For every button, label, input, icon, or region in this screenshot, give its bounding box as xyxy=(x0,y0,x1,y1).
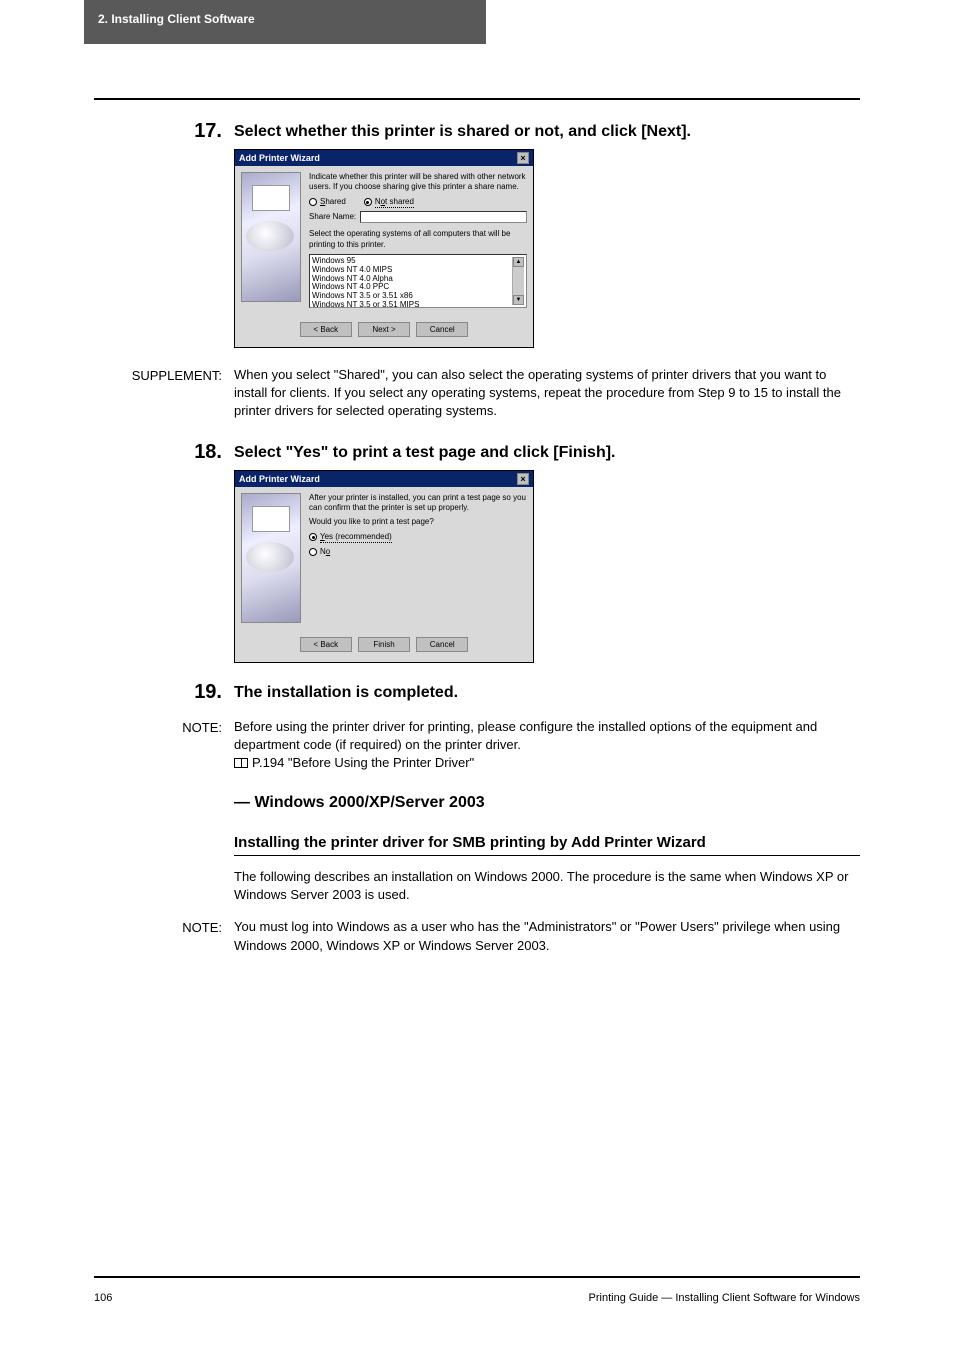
back-button[interactable]: < Back xyxy=(300,322,352,337)
cancel-button[interactable]: Cancel xyxy=(416,322,468,337)
note-label: NOTE: xyxy=(94,718,234,773)
os-listbox[interactable]: Windows 95 Windows NT 4.0 MIPS Windows N… xyxy=(309,254,527,308)
note-text: Before using the printer driver for prin… xyxy=(234,718,860,773)
step-number: 18. xyxy=(94,441,234,464)
dialog-intro: Indicate whether this printer will be sh… xyxy=(309,172,527,193)
yes-label: Yes (recommended) xyxy=(320,532,392,543)
share-name-label: Share Name: xyxy=(309,212,356,222)
dialog-intro: After your printer is installed, you can… xyxy=(309,493,527,514)
page-number: 106 xyxy=(94,1292,112,1304)
footer-rule xyxy=(94,1276,860,1278)
dialog-title-text: Add Printer Wizard xyxy=(239,474,320,484)
step-number: 17. xyxy=(94,120,234,143)
scrollbar[interactable]: ▲ ▼ xyxy=(512,257,524,305)
os-list-items: Windows 95 Windows NT 4.0 MIPS Windows N… xyxy=(312,257,512,305)
supplement-row: SUPPLEMENT: When you select "Shared", yo… xyxy=(94,366,860,421)
radio-icon xyxy=(309,198,317,206)
not-shared-radio[interactable]: Not shared xyxy=(364,197,414,208)
radio-icon xyxy=(309,548,317,556)
book-icon xyxy=(234,758,248,768)
wizard-image xyxy=(241,493,301,623)
dialog-question: Would you like to print a test page? xyxy=(309,517,527,527)
dialog-title-text: Add Printer Wizard xyxy=(239,153,320,163)
step-number: 19. xyxy=(94,681,234,704)
supplement-label: SUPPLEMENT: xyxy=(94,366,234,421)
step-instruction: Select whether this printer is shared or… xyxy=(234,120,860,143)
dialog-body: After your printer is installed, you can… xyxy=(235,487,533,629)
shared-radio[interactable]: Shared xyxy=(309,197,346,208)
back-button[interactable]: < Back xyxy=(300,637,352,652)
dialog-content: After your printer is installed, you can… xyxy=(309,493,527,623)
share-name-input[interactable] xyxy=(360,211,527,223)
add-printer-wizard-share-dialog: Add Printer Wizard × Indicate whether th… xyxy=(234,149,534,348)
page-footer: 106 Printing Guide — Installing Client S… xyxy=(94,1292,860,1304)
not-shared-label: Not shared xyxy=(375,197,414,208)
scroll-down-icon[interactable]: ▼ xyxy=(513,295,524,305)
note2-row: NOTE: You must log into Windows as a use… xyxy=(94,918,860,954)
list-item[interactable]: Windows NT 3.5 or 3.51 MIPS xyxy=(312,301,512,310)
note1-ref: P.194 "Before Using the Printer Driver" xyxy=(252,755,474,770)
step-18: 18. Select "Yes" to print a test page an… xyxy=(94,441,860,464)
cancel-button[interactable]: Cancel xyxy=(416,637,468,652)
heading-smb-install: Installing the printer driver for SMB pr… xyxy=(234,834,860,856)
next-button[interactable]: Next > xyxy=(358,322,410,337)
page-content: 17. Select whether this printer is share… xyxy=(94,120,860,975)
share-radio-group: Shared Not shared xyxy=(309,197,527,208)
no-radio[interactable]: No xyxy=(309,547,527,557)
note1-row: NOTE: Before using the printer driver fo… xyxy=(94,718,860,773)
finish-button[interactable]: Finish xyxy=(358,637,410,652)
supplement-text: When you select "Shared", you can also s… xyxy=(234,366,860,421)
radio-icon xyxy=(309,533,317,541)
shared-label: Shared xyxy=(320,197,346,207)
note2-text: You must log into Windows as a user who … xyxy=(234,918,860,954)
section-title: 2. Installing Client Software xyxy=(98,12,255,26)
radio-icon xyxy=(364,198,372,206)
dialog-content: Indicate whether this printer will be sh… xyxy=(309,172,527,308)
footer-text: Printing Guide — Installing Client Softw… xyxy=(589,1292,860,1304)
no-label: No xyxy=(320,547,330,557)
top-rule xyxy=(94,98,860,100)
note-label: NOTE: xyxy=(94,918,234,954)
close-icon[interactable]: × xyxy=(517,473,529,485)
note1-line1: Before using the printer driver for prin… xyxy=(234,719,817,752)
step-17: 17. Select whether this printer is share… xyxy=(94,120,860,143)
yes-radio[interactable]: Yes (recommended) xyxy=(309,532,527,543)
dialog-18-wrap: Add Printer Wizard × After your printer … xyxy=(234,470,860,663)
dialog-button-row: < Back Next > Cancel xyxy=(235,314,533,347)
share-name-row: Share Name: xyxy=(309,211,527,223)
add-printer-wizard-testpage-dialog: Add Printer Wizard × After your printer … xyxy=(234,470,534,663)
dialog-button-row: < Back Finish Cancel xyxy=(235,629,533,662)
dialog-titlebar: Add Printer Wizard × xyxy=(235,471,533,487)
step-instruction: Select "Yes" to print a test page and cl… xyxy=(234,441,860,464)
dialog-body: Indicate whether this printer will be sh… xyxy=(235,166,533,314)
wizard-image xyxy=(241,172,301,302)
dialog-titlebar: Add Printer Wizard × xyxy=(235,150,533,166)
step-19: 19. The installation is completed. xyxy=(94,681,860,704)
os-instruction: Select the operating systems of all comp… xyxy=(309,229,527,250)
body-smb-text: The following describes an installation … xyxy=(234,868,860,904)
dialog-17-wrap: Add Printer Wizard × Indicate whether th… xyxy=(234,149,860,348)
section-header: 2. Installing Client Software xyxy=(84,0,486,44)
close-icon[interactable]: × xyxy=(517,152,529,164)
step-instruction: The installation is completed. xyxy=(234,681,860,704)
scroll-up-icon[interactable]: ▲ xyxy=(513,257,524,267)
heading-windows-version: — Windows 2000/XP/Server 2003 xyxy=(234,794,860,812)
